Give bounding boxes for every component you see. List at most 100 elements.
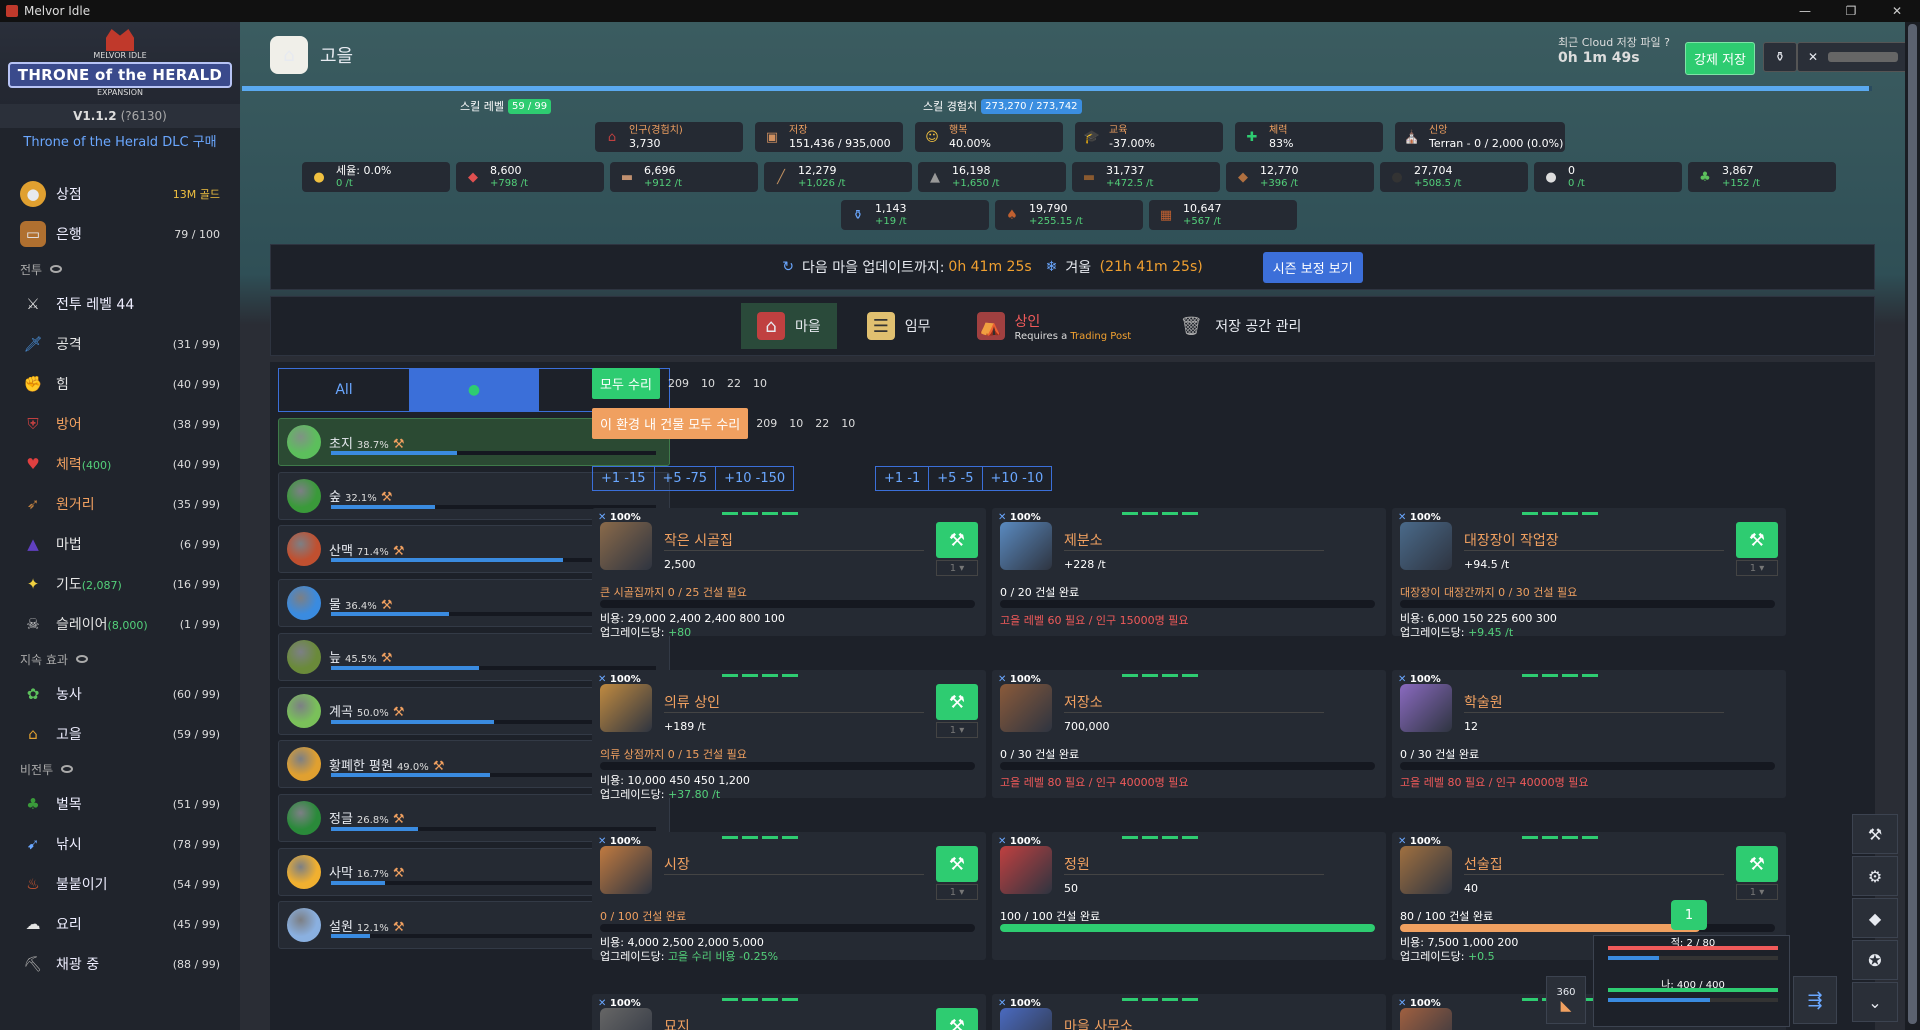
filter-biome-button[interactable]: ● (409, 369, 539, 411)
maximize-button[interactable]: ❐ (1828, 0, 1874, 22)
build-button[interactable]: ⚒ (936, 522, 978, 558)
sidebar-item-combat-6[interactable]: ✦ 기도(2,087) (16 / 99) (0, 564, 240, 604)
chevron-down-icon[interactable]: ⌄ (1852, 982, 1898, 1022)
resource-food[interactable]: ◆ 8,600 +798 /t (456, 162, 604, 192)
sidebar-item-passive-0[interactable]: ✿ 농사 (60 / 99) (0, 674, 240, 714)
sidebar-item-label: 불붙이기 (56, 877, 108, 893)
tab-trader[interactable]: ⛺ 상인 Requires a Trading Post (961, 303, 1148, 349)
gear-icon[interactable]: ⚙ (1852, 856, 1898, 896)
hammer-icon: ⚒ (1748, 853, 1766, 875)
sidebar-item-combat-7[interactable]: ☠ 슬레이어(8,000) (1 / 99) (0, 604, 240, 644)
resource-bricks[interactable]: ▦ 10,647 +567 /t (1149, 200, 1297, 230)
run-icon[interactable]: ⇶ (1793, 976, 1837, 1024)
food-slot[interactable]: 360 ◣ (1546, 976, 1586, 1024)
skill-xp-bar (242, 86, 1872, 91)
sidebar-item-level: (78 / 99) (172, 837, 220, 851)
adjust-health-5[interactable]: +5 -75 (655, 467, 717, 490)
building-name: 시장 (664, 857, 690, 873)
sidebar-item-combat-5[interactable]: ▲ 마법 (6 / 99) (0, 524, 240, 564)
health-dot (1142, 512, 1158, 515)
quickfix-icon[interactable]: ⚒ (1852, 814, 1898, 854)
tab-storage[interactable]: 🗑 저장 공간 관리 (1161, 303, 1317, 349)
sidebar-item-combat-1[interactable]: ✊ 힘 (40 / 99) (0, 364, 240, 404)
build-button[interactable]: ⚒ (936, 1008, 978, 1030)
resource-amount: 0 (1568, 164, 1575, 177)
eye-icon[interactable] (61, 765, 74, 773)
eye-icon[interactable] (75, 655, 88, 663)
repair-all-button[interactable]: 모두 수리 (592, 368, 660, 399)
repair-biome-button[interactable]: 이 환경 내 건물 모두 수리 (592, 408, 749, 439)
build-button[interactable]: ⚒ (936, 846, 978, 882)
building-name: 제분소 (1064, 533, 1103, 549)
resource-planks2[interactable]: ▬ 31,737 +472.5 /t (1072, 162, 1220, 192)
population-icon: ⌂ (607, 129, 617, 145)
category-noncombat[interactable]: 비전투 (0, 754, 240, 784)
sidebar-item-combat-2[interactable]: ⛨ 방어 (38 / 99) (0, 404, 240, 444)
sidebar-item-shop[interactable]: ● 상점 13M 골드 (0, 174, 240, 214)
bank-icon: ▭ (20, 221, 46, 247)
game-logo[interactable]: MELVOR IDLE THRONE of the HERALD EXPANSI… (0, 22, 240, 104)
biome-name: 정글 (329, 812, 353, 828)
build-quantity-select[interactable]: 1 ▾ (936, 722, 978, 738)
help-icon[interactable]: ? (1664, 36, 1670, 49)
sidebar-item-noncombat-1[interactable]: ➹ 낚시 (78 / 99) (0, 824, 240, 864)
close-button[interactable]: ✕ (1874, 0, 1920, 22)
combat-mini-panel[interactable]: 360 ◣ 적: 2 / 80 나: 400 / 400 ⇶ (1546, 935, 1837, 1027)
adjust-potion-10[interactable]: +10 -10 (983, 467, 1052, 490)
build-quantity-select[interactable]: 1 ▾ (936, 560, 978, 576)
category-combat[interactable]: 전투 (0, 254, 240, 284)
health-dot (762, 998, 778, 1001)
biome-progress-fill (331, 504, 436, 509)
medal-icon[interactable]: ✪ (1852, 940, 1898, 980)
season-modifiers-button[interactable]: 시즌 보정 보기 (1262, 251, 1363, 283)
sidebar-item-combat-0[interactable]: 🗡 공격 (31 / 99) (0, 324, 240, 364)
resource-wood[interactable]: ▬ 6,696 +912 /t (610, 162, 758, 192)
biome-percent: 50.0% (356, 708, 389, 719)
resource-bar[interactable]: ● 0 0 /t (1534, 162, 1682, 192)
sidebar-item-combat-3[interactable]: ♥ 체력(400) (40 / 99) (0, 444, 240, 484)
tab-tasks[interactable]: ☰ 임무 (851, 303, 947, 349)
potion-icon[interactable]: ⚱ (1763, 42, 1797, 72)
sidebar-item-combat-level[interactable]: ⚔ 전투 레벨 44 (0, 284, 240, 324)
build-quantity-select[interactable]: 1 ▾ (1736, 560, 1778, 576)
wolf-icon[interactable]: ◆ (1852, 898, 1898, 938)
sidebar-item-noncombat-2[interactable]: ♨ 불붙이기 (54 / 99) (0, 864, 240, 904)
sidebar-item-passive-1[interactable]: ⌂ 고을 (59 / 99) (0, 714, 240, 754)
build-quantity-select[interactable]: 1 ▾ (936, 884, 978, 900)
adjust-potion-1[interactable]: +1 -1 (876, 467, 930, 490)
build-button[interactable]: ⚒ (1736, 846, 1778, 882)
eye-icon[interactable] (50, 265, 63, 273)
sidebar-item-combat-4[interactable]: ➶ 원거리 (35 / 99) (0, 484, 240, 524)
account-button[interactable]: ✕ (1797, 42, 1905, 72)
scrollbar-thumb[interactable] (1908, 24, 1917, 1024)
resource-coal[interactable]: ● 27,704 +508.5 /t (1380, 162, 1528, 192)
resource-leather[interactable]: ◆ 12,770 +396 /t (1226, 162, 1374, 192)
adjust-health-1[interactable]: +1 -15 (593, 467, 655, 490)
sidebar-item-noncombat-3[interactable]: ☁ 요리 (45 / 99) (0, 904, 240, 944)
sidebar-item-label: 고을 (56, 727, 82, 743)
sidebar-item-bank[interactable]: ▭ 은행 79 / 100 (0, 214, 240, 254)
adjust-health-10[interactable]: +10 -150 (716, 467, 793, 490)
health-dot (1522, 998, 1538, 1001)
scrollbar[interactable] (1905, 22, 1920, 1030)
resource-clothing[interactable]: ♠ 19,790 +255.15 /t (995, 200, 1143, 230)
resource-stone[interactable]: ▲ 16,198 +1,650 /t (918, 162, 1066, 192)
dlc-link[interactable]: Throne of the Herald DLC 구매 (0, 128, 240, 174)
build-quantity-select[interactable]: 1 ▾ (1736, 884, 1778, 900)
adjust-potion-5[interactable]: +5 -5 (929, 467, 983, 490)
sidebar-item-noncombat-0[interactable]: ♣ 벌목 (51 / 99) (0, 784, 240, 824)
build-button[interactable]: ⚒ (936, 684, 978, 720)
filter-all-button[interactable]: All (279, 369, 409, 411)
sidebar-item-label: 기도 (56, 577, 82, 593)
resource-potions[interactable]: ⚱ 1,143 +19 /t (841, 200, 989, 230)
build-progress-bar (1000, 762, 1375, 770)
resource-gold[interactable]: ● 세율: 0.0% 0 /t (302, 162, 450, 192)
tab-town[interactable]: ⌂ 마을 (741, 303, 837, 349)
resource-planks[interactable]: ╱ 12,279 +1,026 /t (764, 162, 912, 192)
build-button[interactable]: ⚒ (1736, 522, 1778, 558)
minimize-button[interactable]: — (1782, 0, 1828, 22)
sidebar-item-noncombat-4[interactable]: ⛏ 채광 중 (88 / 99) (0, 944, 240, 984)
category-passive[interactable]: 지속 효과 (0, 644, 240, 674)
resource-herbs[interactable]: ♣ 3,867 +152 /t (1688, 162, 1836, 192)
force-save-button[interactable]: 강제 저장 (1685, 42, 1755, 75)
